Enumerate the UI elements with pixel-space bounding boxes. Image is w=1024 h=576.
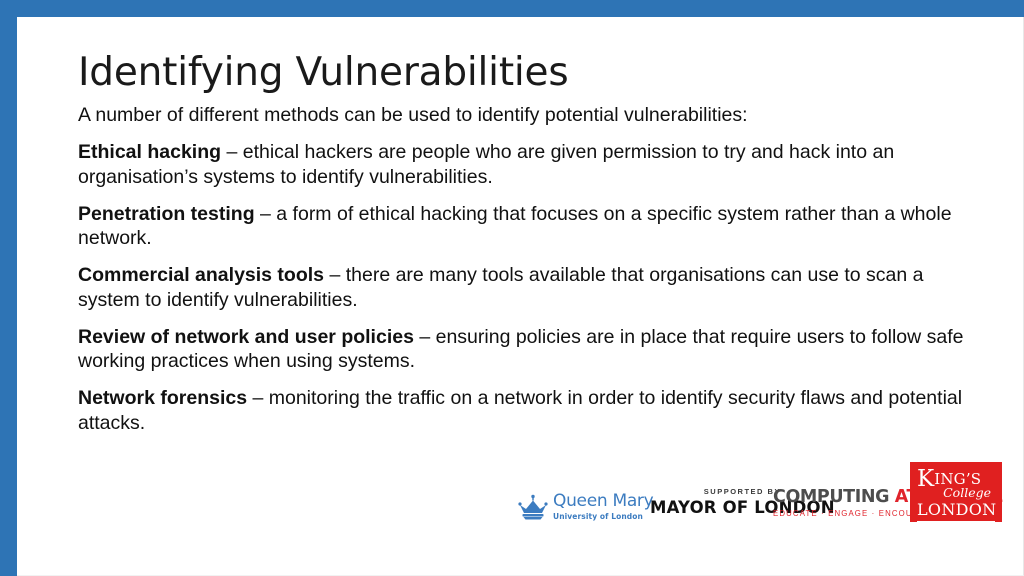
kcl-london-word: LONDON: [917, 499, 997, 519]
page-title: Identifying Vulnerabilities: [78, 50, 569, 95]
kcl-rule: [917, 520, 995, 522]
method-item: Commercial analysis tools – there are ma…: [78, 263, 984, 313]
intro-paragraph: A number of different methods can be use…: [78, 104, 748, 127]
sponsor-logo-strip: Queen Mary University of London SUPPORTE…: [510, 462, 1010, 529]
accent-bar-top: [0, 0, 1024, 17]
queen-mary-name: Queen Mary: [553, 490, 654, 511]
slide-content: Identifying Vulnerabilities A number of …: [78, 52, 984, 436]
method-term: Review of network and user policies: [78, 325, 414, 348]
method-item: Ethical hacking – ethical hackers are pe…: [78, 140, 984, 190]
method-term: Network forensics: [78, 387, 248, 410]
method-item: Network forensics – monitoring the traff…: [78, 386, 984, 436]
queen-mary-logo: Queen Mary University of London: [518, 490, 654, 521]
method-term: Commercial analysis tools: [78, 264, 325, 287]
kcl-rule-lines: [917, 520, 995, 529]
kings-college-london-logo: KING’S College LONDON: [910, 462, 1002, 529]
cas-name-computing: COMPUTING: [773, 486, 895, 507]
method-item: Penetration testing – a form of ethical …: [78, 202, 984, 252]
method-term: Penetration testing: [78, 202, 255, 225]
crown-icon: [518, 494, 548, 519]
method-term: Ethical hacking: [78, 141, 222, 164]
method-item: Review of network and user policies – en…: [78, 325, 984, 375]
kcl-rule: [917, 524, 995, 526]
kcl-k-letter: K: [917, 466, 935, 492]
queen-mary-wordmark: Queen Mary University of London: [553, 490, 654, 521]
queen-mary-subtitle: University of London: [553, 511, 643, 521]
slide: Identifying Vulnerabilities A number of …: [0, 0, 1024, 576]
body-text: A number of different methods can be use…: [78, 103, 984, 435]
accent-bar-left: [0, 0, 17, 576]
kcl-rule: [917, 527, 995, 529]
